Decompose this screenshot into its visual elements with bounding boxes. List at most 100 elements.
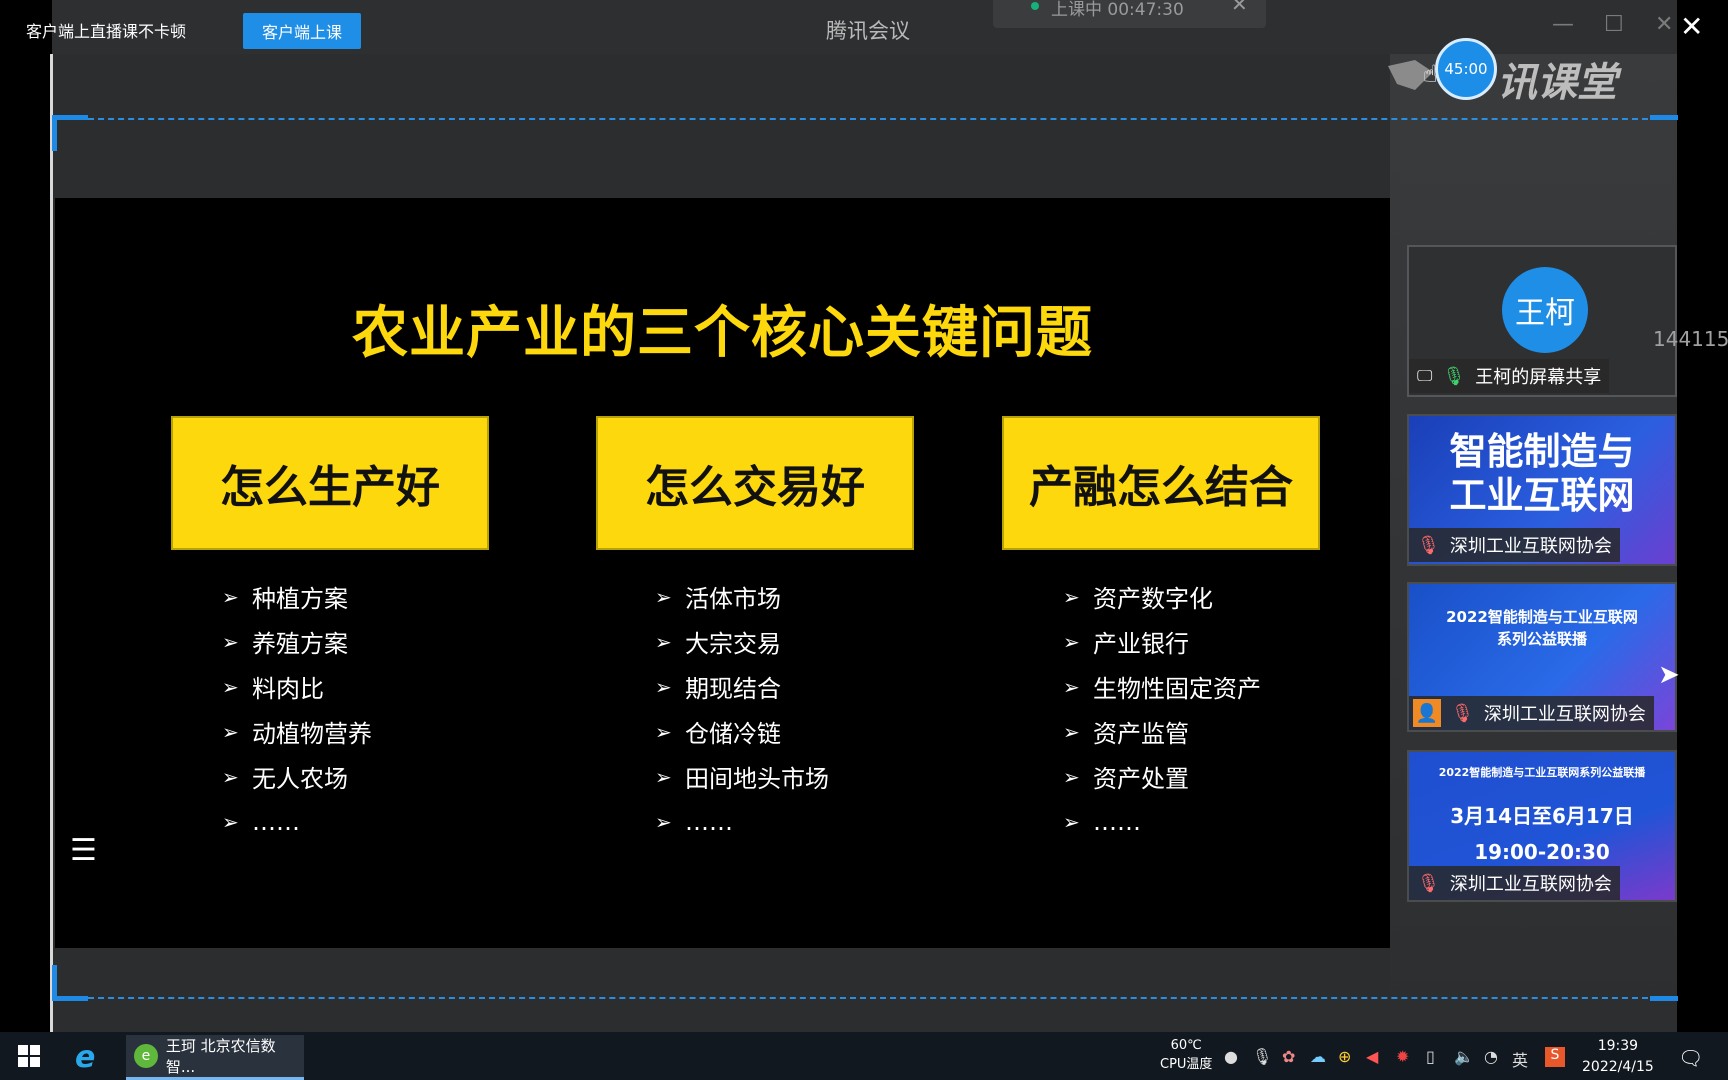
hand-cursor-icon: ☝ (1423, 60, 1438, 88)
plus-circle-icon[interactable]: ⊕ (1338, 1047, 1351, 1066)
network-icon[interactable]: ◔ (1484, 1047, 1498, 1066)
class-status-pill: 上课中 00:47:30 ✕ (993, 0, 1266, 28)
window-close-icon[interactable]: ✕ (1655, 12, 1673, 37)
list-item: ➢ 大宗交易 (655, 629, 781, 659)
muted-mic-icon: 🎙 (1451, 702, 1474, 724)
screen-share-icon: 🖵 (1417, 366, 1433, 385)
heading-box-finance: 产融怎么结合 (1002, 416, 1320, 550)
list-item: ➢ 资产数字化 (1063, 584, 1213, 614)
speaker-muted-icon[interactable]: ◀ (1366, 1047, 1378, 1066)
muted-mic-icon: 🎙 (1417, 872, 1440, 894)
tile-name: 深圳工业互联网协会 (1449, 874, 1612, 895)
internet-explorer-icon[interactable]: e (75, 1040, 95, 1075)
cpu-temperature: 60℃ CPU温度 (1160, 1036, 1212, 1074)
avatar: 王柯 (1502, 267, 1588, 353)
list-item: ➢…… (1063, 807, 1141, 836)
arrow-bullet-icon: ➢ (655, 584, 672, 609)
volume-icon[interactable]: 🔈 (1454, 1047, 1474, 1066)
arrow-bullet-icon: ➢ (1063, 809, 1080, 834)
countdown-timer[interactable]: 45:00 (1435, 38, 1497, 100)
corner-marker (1650, 996, 1678, 1001)
client-notice-text: 客户端上直播课不卡顿 (26, 22, 187, 41)
cloud-icon[interactable]: ☁ (1310, 1047, 1326, 1066)
app-tray-icon[interactable]: ✹ (1396, 1047, 1409, 1066)
frame-edge (50, 54, 53, 1032)
windows-start-icon[interactable] (18, 1045, 40, 1067)
arrow-bullet-icon: ➢ (222, 719, 239, 744)
clock[interactable]: 19:39 2022/4/15 (1582, 1036, 1654, 1078)
arrow-bullet-icon: ➢ (222, 584, 239, 609)
video-tile-presenter[interactable]: 王柯 🖵 🎙 王柯的屏幕共享 (1407, 245, 1677, 397)
user-id-text: 144115 (1653, 327, 1728, 351)
flower-icon[interactable]: ✿ (1282, 1047, 1295, 1066)
sogou-icon[interactable]: S (1545, 1047, 1565, 1067)
mouse-pointer-icon: ➤ (1658, 660, 1680, 690)
corner-marker (52, 115, 88, 120)
bullet-list-finance: ➢ 资产数字化 ➢ 产业银行 ➢ 生物性固定资产 ➢ 资产监管 ➢ 资产处置 ➢…… (1063, 574, 1261, 844)
maximize-icon[interactable]: ☐ (1604, 12, 1624, 37)
heading-box-trading: 怎么交易好 (596, 416, 914, 550)
arrow-bullet-icon: ➢ (222, 809, 239, 834)
microphone-tray-icon[interactable]: 🎙 (1252, 1047, 1272, 1066)
taskbar-app-button[interactable]: e 王珂 北京农信数智... (126, 1035, 304, 1080)
selection-dash-bottom (88, 997, 1648, 999)
list-item: ➢ 田间地头市场 (655, 764, 829, 794)
clock-time: 19:39 (1597, 1038, 1639, 1054)
status-close-icon[interactable]: ✕ (1231, 0, 1248, 16)
poster-title: 2022智能制造与工业互联网 (1446, 608, 1638, 626)
arrow-bullet-icon: ➢ (655, 764, 672, 789)
corner-marker (52, 996, 88, 1001)
wechat-icon[interactable]: ● (1224, 1047, 1238, 1066)
bullet-list-trading: ➢ 活体市场 ➢ 大宗交易 ➢ 期现结合 ➢ 仓储冷链 ➢ 田间地头市场 ➢…… (655, 574, 829, 844)
list-item: ➢ 料肉比 (222, 674, 324, 704)
tile-name: 王柯的屏幕共享 (1475, 367, 1602, 388)
ime-indicator[interactable]: 英 (1512, 1047, 1528, 1071)
poster-title: 2022智能制造与工业互联网系列公益联播 (1438, 766, 1646, 779)
slide-title: 农业产业的三个核心关键问题 (352, 301, 1093, 366)
tile-label: 👤 🎙 深圳工业互联网协会 (1409, 696, 1654, 730)
minimize-icon[interactable]: — (1552, 12, 1574, 37)
status-dot-icon (1031, 2, 1039, 10)
arrow-bullet-icon: ➢ (1063, 629, 1080, 654)
tile-name: 深圳工业互联网协会 (1483, 704, 1646, 725)
notification-icon[interactable]: 🗨 (1678, 1046, 1703, 1070)
corner-marker (52, 965, 57, 1001)
video-tile-association[interactable]: 2022智能制造与工业互联网系列公益联播 3月14日至6月17日 19:00-2… (1407, 750, 1677, 902)
list-item: ➢ 活体市场 (655, 584, 781, 614)
poster-dates: 3月14日至6月17日 (1450, 804, 1634, 828)
list-item: ➢ 无人农场 (222, 764, 348, 794)
class-status-text: 上课中 00:47:30 (1051, 0, 1184, 20)
arrow-bullet-icon: ➢ (655, 719, 672, 744)
presentation-slide: 农业产业的三个核心关键问题 怎么生产好 怎么交易好 产融怎么结合 ➢ 种植方案 ➢… (55, 198, 1390, 948)
list-item: ➢ 资产处置 (1063, 764, 1189, 794)
microphone-icon: 🎙 (1442, 365, 1466, 387)
battery-icon[interactable]: ▯ (1426, 1047, 1435, 1066)
video-tile-association[interactable]: 2022智能制造与工业互联网 系列公益联播 👤 🎙 深圳工业互联网协会 (1407, 582, 1677, 732)
video-tile-association[interactable]: 智能制造与 工业互联网 🎙 深圳工业互联网协会 (1407, 414, 1677, 566)
corner-marker (1650, 115, 1678, 120)
brand-logo-text: 讯课堂 (1497, 60, 1617, 106)
muted-mic-icon: 🎙 (1417, 534, 1440, 556)
list-item: ➢…… (222, 807, 300, 836)
list-item: ➢ 仓储冷链 (655, 719, 781, 749)
cpu-temp-value: 60℃ (1170, 1038, 1202, 1053)
clock-date: 2022/4/15 (1582, 1059, 1654, 1075)
user-icon: 👤 (1413, 699, 1441, 727)
app-icon: e (134, 1044, 158, 1068)
arrow-bullet-icon: ➢ (222, 674, 239, 699)
list-item: ➢ 种植方案 (222, 584, 348, 614)
poster-time: 19:00-20:30 (1474, 840, 1610, 864)
list-item: ➢ 期现结合 (655, 674, 781, 704)
poster-title: 智能制造与 工业互联网 (1449, 430, 1635, 517)
list-menu-icon[interactable]: ☰ (70, 833, 97, 868)
arrow-bullet-icon: ➢ (1063, 674, 1080, 699)
list-item: ➢ 资产监管 (1063, 719, 1189, 749)
bullet-list-production: ➢ 种植方案 ➢ 养殖方案 ➢ 料肉比 ➢ 动植物营养 ➢ 无人农场 ➢…… (222, 574, 372, 844)
arrow-bullet-icon: ➢ (655, 674, 672, 699)
tile-label: 🎙 深圳工业互联网协会 (1409, 866, 1620, 900)
list-item: ➢ 产业银行 (1063, 629, 1189, 659)
tile-label: 🖵 🎙 王柯的屏幕共享 (1409, 359, 1610, 393)
client-class-button[interactable]: 客户端上课 (243, 13, 361, 49)
list-item: ➢…… (655, 807, 733, 836)
close-icon[interactable]: ✕ (1680, 10, 1703, 43)
